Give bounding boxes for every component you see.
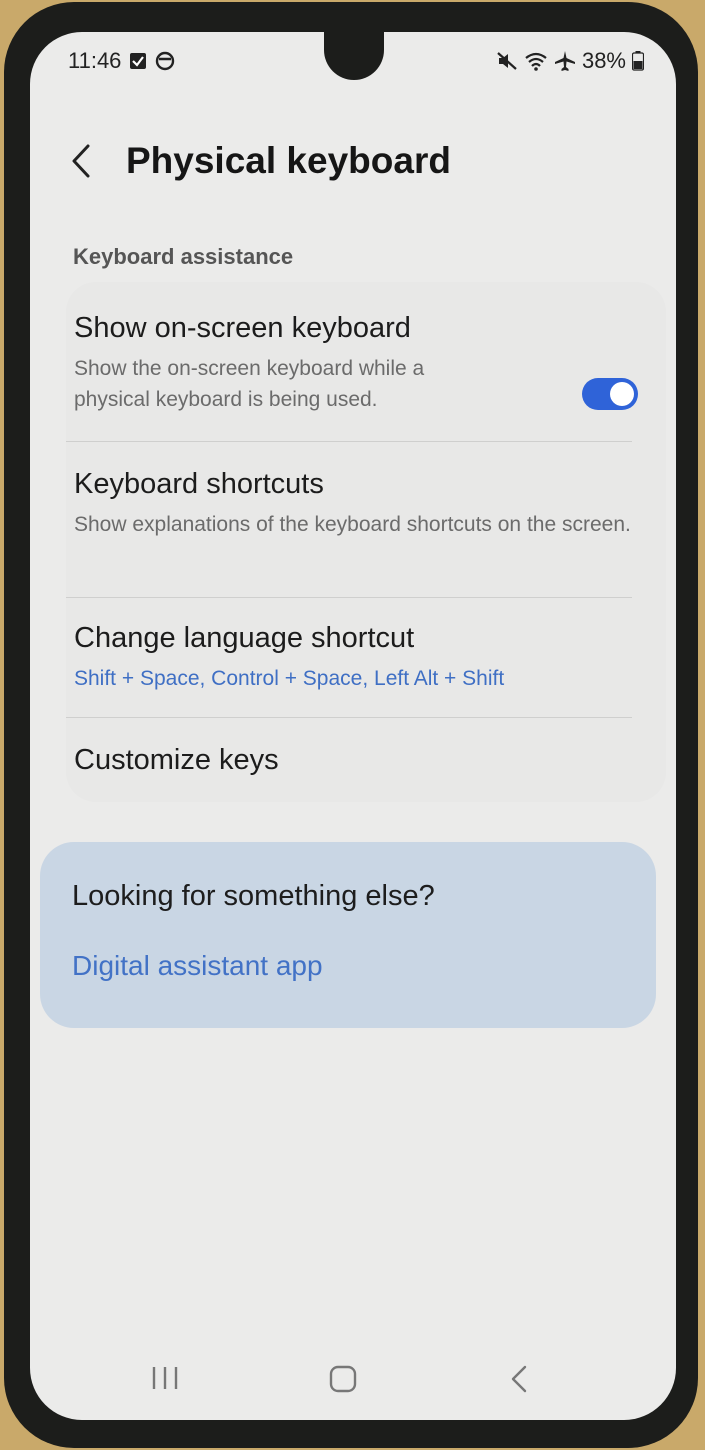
setting-customize-keys[interactable]: Customize keys <box>74 744 634 777</box>
settings-card: Show on-screen keyboard Show the on-scre… <box>66 282 666 802</box>
status-bar-left: 11:46 <box>68 48 175 74</box>
screen: 11:46 38% Physical keyboard Keyboard ass… <box>30 32 676 1420</box>
battery-icon <box>632 51 644 71</box>
setting-subtitle: Show the on-screen keyboard while a phys… <box>74 357 425 411</box>
divider <box>66 441 632 442</box>
setting-title: Keyboard shortcuts <box>74 468 324 500</box>
setting-subtitle: Show explanations of the keyboard shortc… <box>74 513 631 536</box>
phone-frame: 11:46 38% Physical keyboard Keyboard ass… <box>4 2 698 1448</box>
status-time: 11:46 <box>68 48 122 73</box>
back-button[interactable] <box>70 141 96 181</box>
navigation-bar <box>30 1350 676 1410</box>
back-chevron-icon <box>72 144 90 178</box>
recent-apps-icon <box>152 1367 178 1389</box>
setting-title: Change language shortcut <box>74 622 415 654</box>
suggestions-card: Looking for something else? Digital assi… <box>40 842 656 1028</box>
sync-notification-icon <box>155 51 175 71</box>
suggestions-title: Looking for something else? <box>72 880 435 912</box>
setting-change-language-shortcut[interactable]: Change language shortcut Shift + Space, … <box>74 622 634 694</box>
checkbox-notification-icon <box>129 52 147 70</box>
camera-notch <box>324 32 384 80</box>
setting-title: Show on-screen keyboard <box>74 312 411 344</box>
mute-icon <box>496 51 518 71</box>
setting-show-on-screen-keyboard[interactable]: Show on-screen keyboard Show the on-scre… <box>74 312 638 415</box>
home-icon <box>329 1365 357 1393</box>
section-label: Keyboard assistance <box>73 244 294 269</box>
divider <box>66 717 632 718</box>
back-nav-icon <box>511 1365 527 1393</box>
battery-percent: 38% <box>581 48 626 73</box>
header: Physical keyboard <box>70 140 451 182</box>
setting-keyboard-shortcuts[interactable]: Keyboard shortcuts Show explanations of … <box>74 468 634 540</box>
toggle-knob <box>610 382 634 406</box>
status-bar-right: 38% <box>496 48 644 74</box>
home-button[interactable] <box>328 1364 358 1394</box>
wifi-icon <box>524 51 548 71</box>
setting-value: Shift + Space, Control + Space, Left Alt… <box>74 667 505 690</box>
show-on-screen-keyboard-toggle[interactable] <box>582 378 638 410</box>
setting-title: Customize keys <box>74 744 279 776</box>
digital-assistant-app-link[interactable]: Digital assistant app <box>72 950 323 982</box>
page-title: Physical keyboard <box>126 140 451 181</box>
back-nav-button[interactable] <box>508 1364 530 1394</box>
airplane-mode-icon <box>554 50 576 72</box>
recent-apps-button[interactable] <box>150 1364 180 1392</box>
divider <box>66 597 632 598</box>
